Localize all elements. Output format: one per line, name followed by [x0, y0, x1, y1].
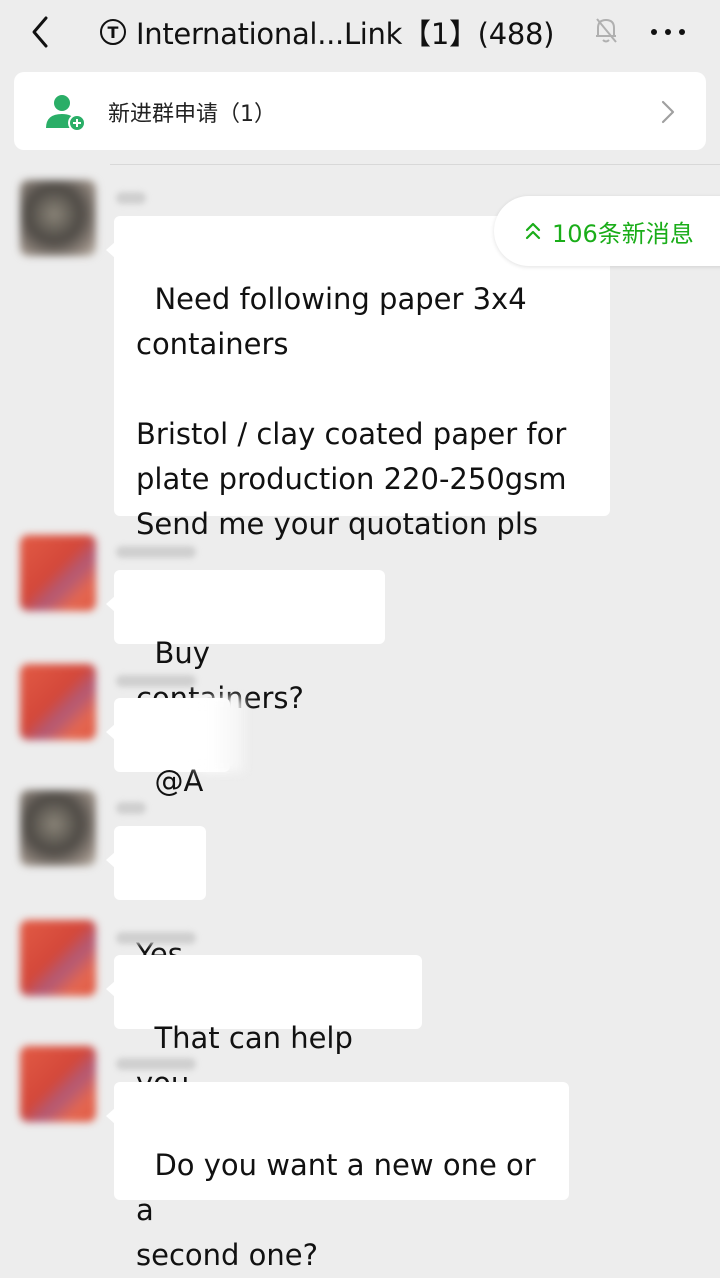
chat-header: T International...Link【1】(488): [0, 0, 720, 70]
join-request-banner[interactable]: 新进群申请（1）: [14, 72, 706, 150]
message-bubble[interactable]: Yes: [106, 826, 206, 971]
avatar[interactable]: [20, 664, 96, 740]
message-text: Do you want a new one or a second one?: [136, 1148, 536, 1272]
chat-title-text: International...Link【1】(488): [136, 17, 555, 51]
chat-title: T International...Link【1】(488): [100, 10, 554, 54]
more-dots-icon: [651, 29, 685, 35]
message-bubble[interactable]: That can help you.: [106, 955, 422, 1100]
sender-name: [116, 546, 196, 558]
message-bubble[interactable]: Buy containers?: [106, 570, 385, 715]
message-bubble[interactable]: @A: [106, 698, 244, 798]
avatar[interactable]: [20, 180, 96, 256]
group-badge: T: [100, 19, 126, 45]
message-text: Need following paper 3x4 containers Bris…: [136, 282, 567, 541]
avatar[interactable]: [20, 535, 96, 611]
avatar[interactable]: [20, 1046, 96, 1122]
chevron-left-icon: [32, 16, 48, 48]
chevron-right-icon: [661, 100, 675, 124]
sender-name: [116, 932, 196, 944]
join-request-label: 新进群申请（1）: [108, 102, 276, 127]
sender-name: [116, 1058, 196, 1070]
divider: [110, 164, 720, 165]
avatar[interactable]: [20, 790, 96, 866]
new-messages-button[interactable]: 106条新消息: [494, 196, 720, 266]
back-button[interactable]: [22, 12, 62, 52]
avatar[interactable]: [20, 920, 96, 996]
double-chevron-up-icon: [525, 222, 541, 240]
more-options-button[interactable]: [648, 14, 688, 50]
redaction-blur: [186, 698, 244, 772]
sender-name: [116, 675, 196, 687]
sender-name: [116, 192, 146, 204]
new-messages-label: 106条新消息: [552, 219, 694, 248]
message-bubble[interactable]: Do you want a new one or a second one?: [106, 1082, 569, 1272]
sender-name: [116, 802, 146, 814]
bell-off-icon: [596, 18, 617, 43]
add-user-icon: [46, 95, 86, 132]
